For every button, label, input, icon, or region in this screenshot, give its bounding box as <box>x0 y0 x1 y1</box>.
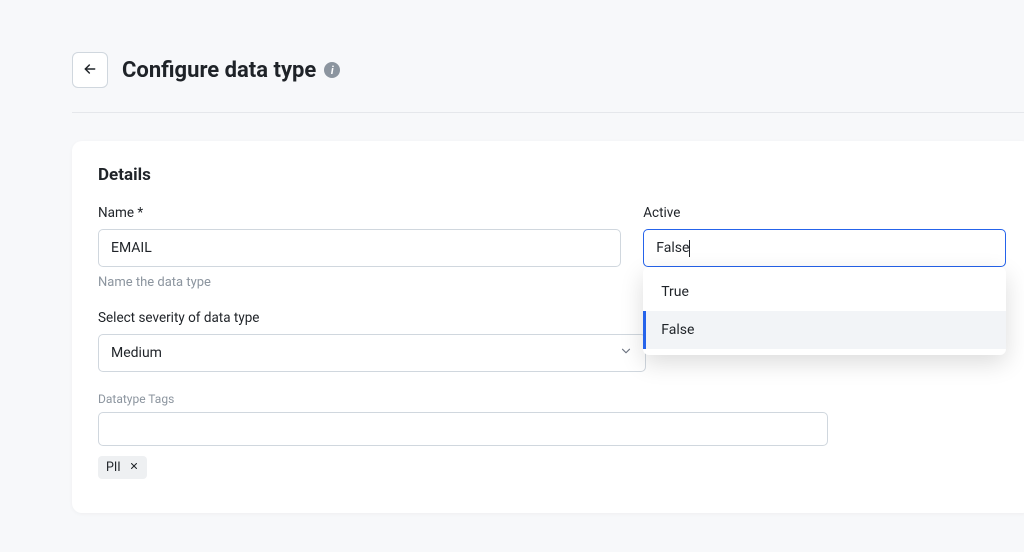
active-combobox[interactable]: False <box>643 229 1006 267</box>
tag-pii: PII <box>98 456 147 479</box>
severity-value: Medium <box>111 345 162 361</box>
active-option-true[interactable]: True <box>643 273 1006 311</box>
info-icon: i <box>324 62 340 78</box>
name-field: Name * EMAIL Name the data type <box>98 205 621 290</box>
details-card: Details Name * EMAIL Name the data type … <box>72 141 1024 513</box>
tag-remove-icon[interactable] <box>129 460 139 475</box>
active-option-false[interactable]: False <box>643 311 1006 349</box>
active-field: Active False True False <box>643 205 1006 290</box>
tags-label: Datatype Tags <box>98 392 828 406</box>
severity-select[interactable]: Medium <box>98 334 646 372</box>
name-label: Name * <box>98 205 621 221</box>
tags-input[interactable] <box>98 412 828 446</box>
active-value: False <box>656 240 993 257</box>
tag-list: PII <box>98 456 828 479</box>
tags-field: Datatype Tags PII <box>98 392 828 479</box>
header-divider <box>72 112 1024 113</box>
page-header: Configure data type i <box>72 52 1024 112</box>
section-title: Details <box>98 165 1006 185</box>
severity-label: Select severity of data type <box>98 310 646 326</box>
text-caret <box>689 240 690 257</box>
chevron-down-icon <box>619 344 633 362</box>
page-title-text: Configure data type <box>122 58 316 83</box>
severity-field: Select severity of data type Medium <box>98 310 646 372</box>
arrow-left-icon <box>82 61 98 80</box>
active-dropdown: True False <box>643 267 1006 355</box>
page-title: Configure data type i <box>122 58 340 83</box>
back-button[interactable] <box>72 52 108 88</box>
tag-label: PII <box>106 460 121 475</box>
active-label: Active <box>643 205 1006 221</box>
name-input-value: EMAIL <box>111 240 152 256</box>
name-helper: Name the data type <box>98 275 621 290</box>
name-input[interactable]: EMAIL <box>98 229 621 267</box>
